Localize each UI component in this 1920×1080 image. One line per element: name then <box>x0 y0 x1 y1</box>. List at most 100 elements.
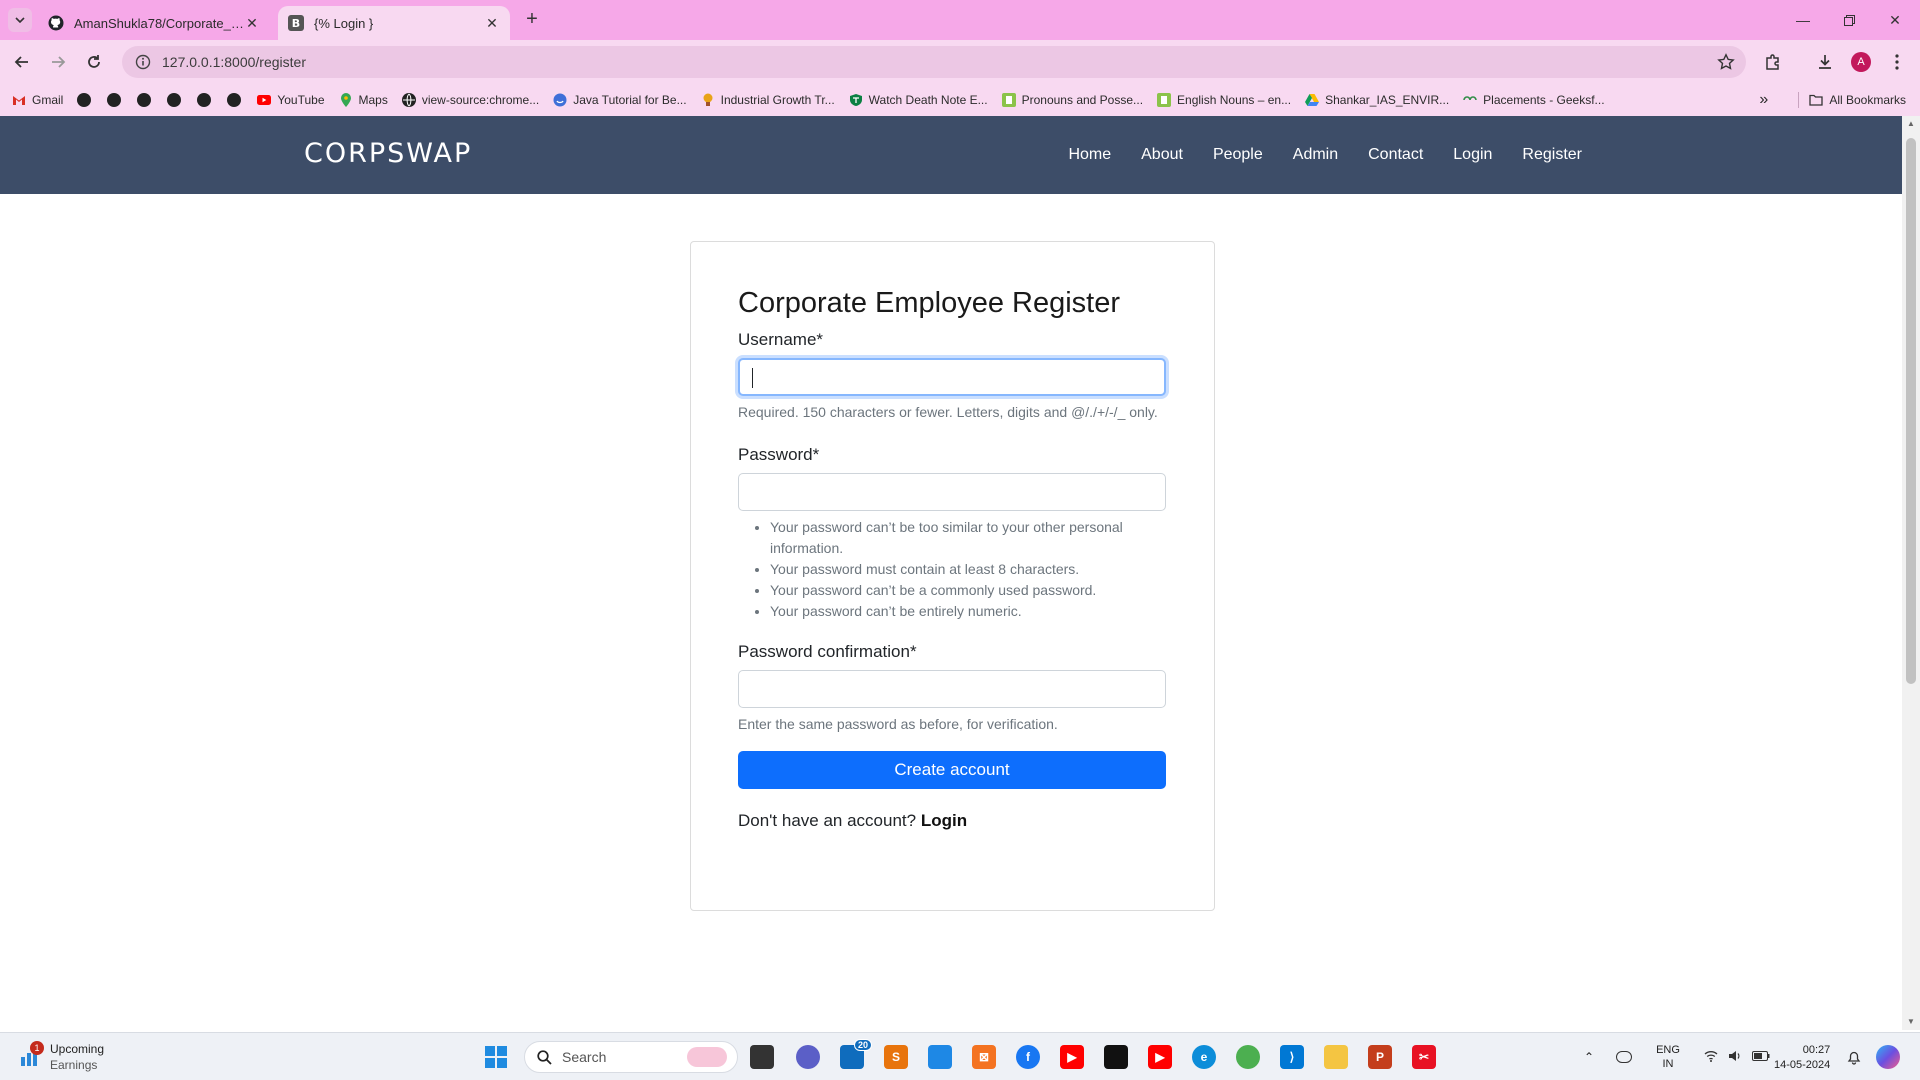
nav-link-login[interactable]: Login <box>1453 146 1492 164</box>
bookmark-star-icon[interactable] <box>1716 52 1736 72</box>
copilot-icon[interactable] <box>1876 1045 1900 1069</box>
nav-link-about[interactable]: About <box>1141 146 1183 164</box>
onedrive-sync-icon[interactable] <box>1616 1051 1633 1063</box>
password-input[interactable] <box>738 473 1166 511</box>
nav-link-admin[interactable]: Admin <box>1293 146 1338 164</box>
bookmark-globe-icon[interactable] <box>197 93 212 107</box>
youtube-icon <box>257 93 272 107</box>
powerpoint-icon[interactable]: P <box>1368 1045 1392 1069</box>
doc-icon <box>1001 93 1016 107</box>
bookmark-globe-icon[interactable] <box>107 93 122 107</box>
bookmark-maps[interactable]: Maps <box>339 93 388 107</box>
widgets-button[interactable]: 1 Upcoming Earnings <box>18 1041 104 1073</box>
sony-liv-icon[interactable] <box>1104 1045 1128 1069</box>
password-rules-list: Your password can’t be too similar to yo… <box>738 517 1168 622</box>
file-explorer-icon[interactable] <box>1324 1045 1348 1069</box>
profile-avatar[interactable]: A <box>1851 52 1871 72</box>
browser-tab-login[interactable]: B {% Login } ✕ <box>278 6 510 40</box>
wifi-icon[interactable] <box>1704 1050 1718 1065</box>
bookmark-view-source[interactable]: view-source:chrome... <box>401 93 539 107</box>
more-bookmarks-chevron-icon[interactable]: » <box>1759 91 1768 109</box>
password-confirmation-input[interactable] <box>738 670 1166 708</box>
gfg-icon <box>1463 93 1477 107</box>
search-icon <box>537 1049 552 1065</box>
nav-link-people[interactable]: People <box>1213 146 1263 164</box>
windows-start-icon[interactable] <box>484 1045 508 1069</box>
list-item: Your password can’t be a commonly used p… <box>770 580 1168 601</box>
site-info-icon[interactable] <box>134 53 152 71</box>
snipping-tool-icon[interactable]: ✂ <box>1412 1045 1436 1069</box>
youtube-icon[interactable]: ▶ <box>1060 1045 1084 1069</box>
forward-arrow-icon[interactable] <box>46 50 70 74</box>
url-text: 127.0.0.1:8000/register <box>162 54 306 70</box>
restore-icon[interactable] <box>1826 6 1872 34</box>
tab-title: {% Login } <box>314 15 374 31</box>
site-brand-logo[interactable]: CORPSWAP <box>304 138 472 169</box>
back-arrow-icon[interactable] <box>10 50 34 74</box>
reload-icon[interactable] <box>82 50 106 74</box>
bookmark-gmail[interactable]: Gmail <box>12 93 63 107</box>
facebook-icon[interactable]: f <box>1016 1045 1040 1069</box>
bookmark-pronouns[interactable]: Pronouns and Posse... <box>1001 93 1143 107</box>
bookmark-placements[interactable]: Placements - Geeksf... <box>1463 93 1605 107</box>
scroll-down-arrow-icon[interactable]: ▼ <box>1907 1018 1915 1026</box>
xampp-icon[interactable]: ⊠ <box>972 1045 996 1069</box>
menu-kebab-icon[interactable] <box>1886 51 1908 73</box>
teams-chat-icon[interactable] <box>796 1045 820 1069</box>
create-account-button[interactable]: Create account <box>738 751 1166 789</box>
all-bookmarks-button[interactable]: All Bookmarks <box>1809 93 1906 107</box>
login-link[interactable]: Login <box>921 811 967 830</box>
nav-link-contact[interactable]: Contact <box>1368 146 1423 164</box>
language-indicator[interactable]: ENG IN <box>1656 1043 1680 1071</box>
new-tab-button[interactable]: + <box>520 8 544 32</box>
site-nav: Home About People Admin Contact Login Re… <box>1038 116 1582 194</box>
download-icon[interactable] <box>1814 51 1836 73</box>
system-clock[interactable]: 00:27 14-05-2024 <box>1774 1043 1830 1073</box>
close-tab-icon[interactable]: ✕ <box>244 15 260 31</box>
browser-tab-github[interactable]: AmanShukla78/Corporate_skill ✕ <box>38 6 270 40</box>
battery-icon[interactable] <box>1751 1050 1770 1064</box>
chrome-browser-icon[interactable] <box>1236 1045 1260 1069</box>
nav-link-home[interactable]: Home <box>1068 146 1111 164</box>
minimize-icon[interactable]: — <box>1780 6 1826 34</box>
register-card: Corporate Employee Register Username* Re… <box>690 241 1215 911</box>
tab-search-button[interactable] <box>8 8 32 32</box>
close-window-icon[interactable]: ✕ <box>1872 6 1918 34</box>
bookmark-death-note[interactable]: Watch Death Note E... <box>849 93 988 107</box>
bookmark-globe-icon[interactable] <box>137 93 152 107</box>
bookmark-shankar-ias[interactable]: Shankar_IAS_ENVIR... <box>1305 93 1449 107</box>
browser-tabstrip: AmanShukla78/Corporate_skill ✕ B {% Logi… <box>0 0 1920 40</box>
nav-link-register[interactable]: Register <box>1522 146 1582 164</box>
username-label: Username* <box>738 330 824 349</box>
notification-bell-icon[interactable] <box>1842 1045 1866 1069</box>
notification-badge: 1 <box>30 1041 44 1055</box>
sublime-text-icon[interactable]: S <box>884 1045 908 1069</box>
bookmark-globe-icon[interactable] <box>77 93 92 107</box>
text-caret <box>752 368 753 388</box>
page-scrollbar[interactable]: ▲ ▼ <box>1902 116 1920 1030</box>
volume-icon[interactable] <box>1728 1050 1742 1065</box>
taskbar-search-box[interactable]: Search <box>524 1041 738 1073</box>
register-form: Corporate Employee Register Username* Re… <box>738 287 1168 831</box>
mail-badge: 20 <box>854 1039 873 1051</box>
username-input[interactable] <box>738 358 1166 396</box>
bookmark-english-nouns[interactable]: English Nouns – en... <box>1157 93 1291 107</box>
mail-icon[interactable]: 20 <box>840 1039 873 1069</box>
bookmark-globe-icon[interactable] <box>227 93 242 107</box>
site-navbar: CORPSWAP Home About People Admin Contact… <box>0 116 1902 194</box>
address-bar[interactable]: 127.0.0.1:8000/register <box>122 46 1746 78</box>
bookmark-globe-icon[interactable] <box>167 93 182 107</box>
bookmark-youtube[interactable]: YouTube <box>257 93 325 107</box>
youtube-app-icon[interactable]: ▶ <box>1148 1045 1172 1069</box>
scroll-up-arrow-icon[interactable]: ▲ <box>1907 120 1915 128</box>
store-icon[interactable] <box>928 1045 952 1069</box>
vscode-icon[interactable]: ⟩ <box>1280 1045 1304 1069</box>
close-tab-icon[interactable]: ✕ <box>484 15 500 31</box>
show-hidden-icons-chevron-icon[interactable]: ⌃ <box>1584 1050 1594 1064</box>
extensions-puzzle-icon[interactable] <box>1762 51 1784 73</box>
scrollbar-thumb[interactable] <box>1906 138 1916 684</box>
bookmark-industrial-growth[interactable]: Industrial Growth Tr... <box>701 93 835 107</box>
bookmark-java-tutorial[interactable]: Java Tutorial for Be... <box>553 93 687 107</box>
task-view-icon[interactable] <box>750 1045 774 1069</box>
edge-browser-icon[interactable]: e <box>1192 1045 1216 1069</box>
